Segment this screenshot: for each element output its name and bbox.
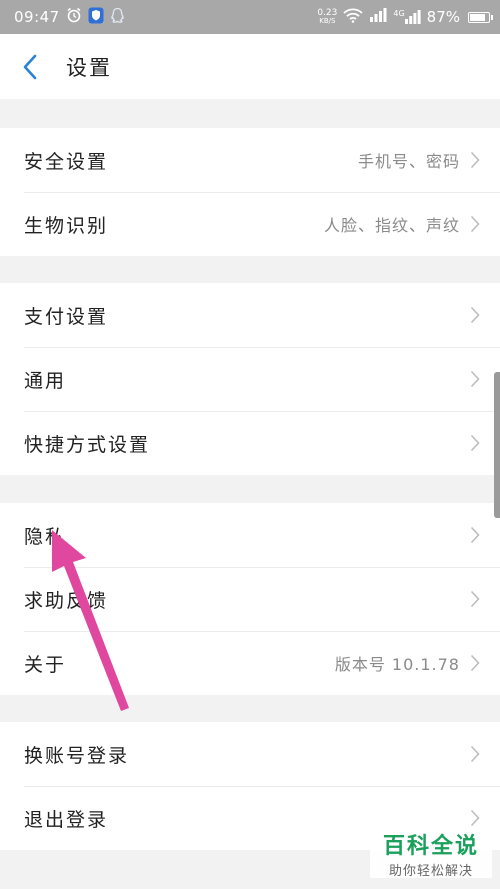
page-title: 设置: [66, 55, 112, 80]
chevron-right-icon: [470, 370, 480, 388]
row-label: 求助反馈: [24, 589, 109, 612]
settings-row-privacy[interactable]: 隐私: [0, 503, 500, 567]
watermark-logo: 百科全说 助你轻松解决: [370, 828, 492, 879]
row-value: 手机号、密码: [357, 152, 460, 171]
battery-percent: 87%: [426, 8, 460, 26]
watermark-subtitle: 助你轻松解决: [388, 864, 473, 879]
settings-row-biometrics[interactable]: 生物识别 人脸、指纹、声纹: [0, 192, 500, 256]
signal-icon: [369, 8, 387, 26]
app-header: 设置: [0, 34, 500, 99]
chevron-right-icon: [470, 745, 480, 763]
chevron-right-icon: [470, 654, 480, 672]
chevron-right-icon: [470, 306, 480, 324]
qq-icon: [110, 7, 125, 28]
alarm-icon: [66, 7, 82, 27]
row-label: 安全设置: [24, 150, 109, 173]
settings-group-account-security: 安全设置 手机号、密码 生物识别 人脸、指纹、声纹: [0, 128, 500, 256]
settings-row-general[interactable]: 通用: [0, 347, 500, 411]
settings-row-feedback[interactable]: 求助反馈: [0, 567, 500, 631]
status-time: 09:47: [14, 8, 60, 26]
row-value: 版本号 10.1.78: [334, 655, 460, 674]
settings-row-shortcuts[interactable]: 快捷方式设置: [0, 411, 500, 475]
row-label: 快捷方式设置: [24, 433, 151, 456]
net-speed: 0.23 KB/S: [317, 8, 338, 26]
signal-4g-icon: 4G: [393, 10, 421, 24]
status-bar: 09:47 0.23 KB/S 4G 87%: [0, 0, 500, 34]
row-label: 关于: [24, 653, 67, 676]
chevron-right-icon: [470, 151, 480, 169]
row-label: 退出登录: [24, 808, 109, 831]
row-label: 隐私: [24, 525, 67, 548]
battery-icon: [468, 11, 493, 23]
settings-row-security[interactable]: 安全设置 手机号、密码: [0, 128, 500, 192]
settings-row-switch-account[interactable]: 换账号登录: [0, 722, 500, 786]
chevron-right-icon: [470, 809, 480, 827]
settings-group-privacy: 隐私 求助反馈 关于 版本号 10.1.78: [0, 503, 500, 695]
shield-app-icon: [88, 7, 104, 28]
battery-fill: [470, 13, 485, 21]
chevron-right-icon: [470, 526, 480, 544]
chevron-left-icon: [23, 54, 37, 79]
row-value: 人脸、指纹、声纹: [323, 216, 460, 235]
settings-group-general: 支付设置 通用 快捷方式设置: [0, 283, 500, 475]
chevron-right-icon: [470, 434, 480, 452]
row-label: 生物识别: [24, 214, 109, 237]
chevron-right-icon: [470, 215, 480, 233]
row-label: 换账号登录: [24, 744, 130, 767]
back-button[interactable]: [0, 34, 60, 99]
chevron-right-icon: [470, 590, 480, 608]
scrollbar[interactable]: [494, 372, 500, 518]
wifi-icon: [343, 8, 363, 27]
watermark-title: 百科全说: [382, 834, 479, 859]
settings-row-payment[interactable]: 支付设置: [0, 283, 500, 347]
settings-row-about[interactable]: 关于 版本号 10.1.78: [0, 631, 500, 695]
row-label: 支付设置: [24, 305, 109, 328]
row-label: 通用: [24, 369, 67, 392]
